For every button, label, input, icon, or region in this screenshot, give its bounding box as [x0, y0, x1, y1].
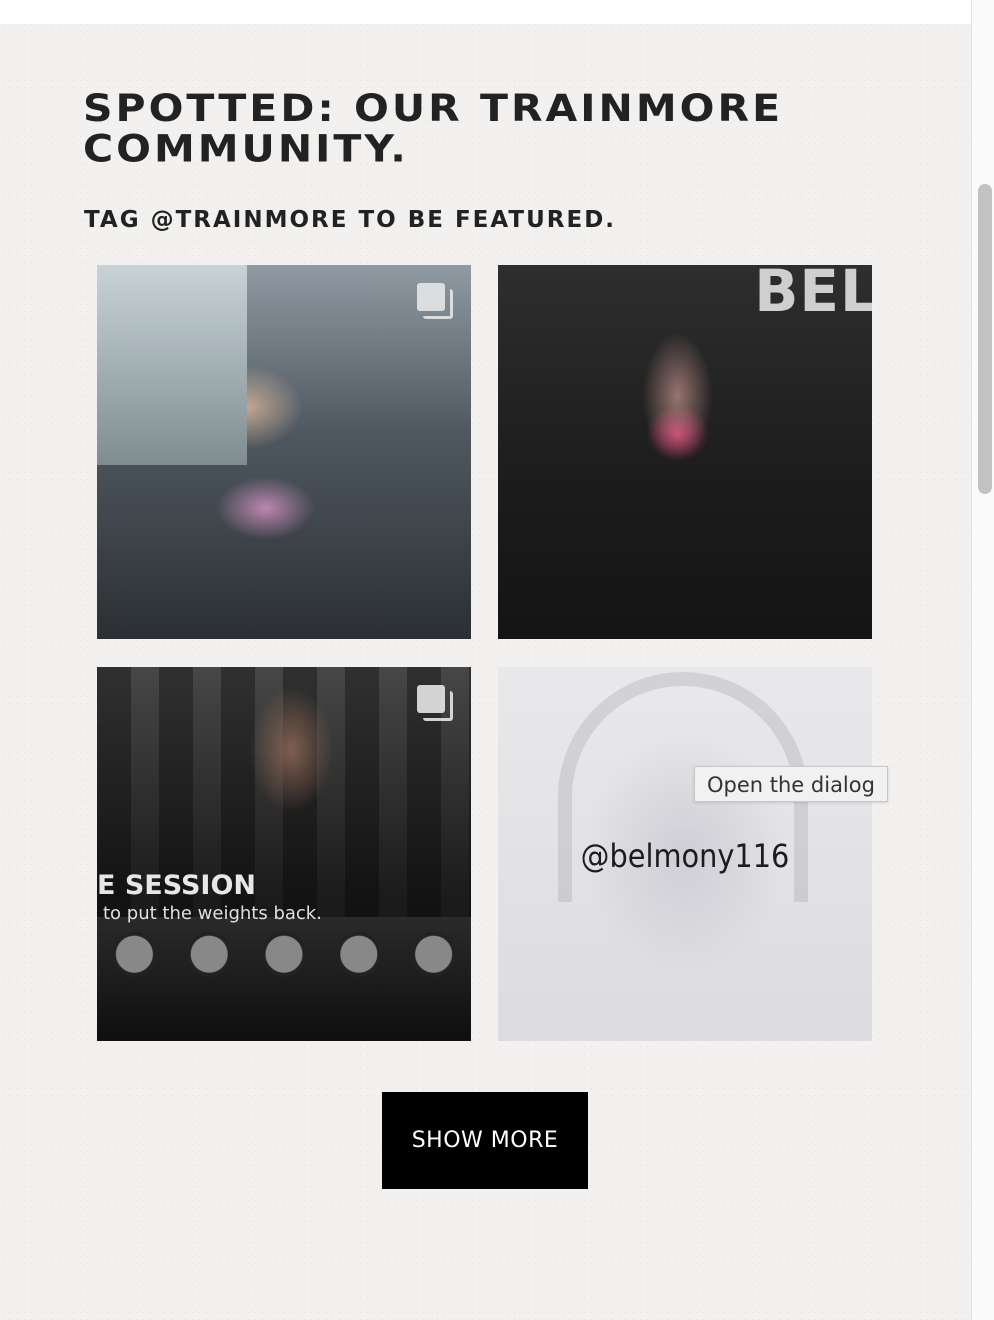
feed-tile-2[interactable]: BEL	[498, 265, 872, 639]
multiple-images-icon	[417, 685, 453, 721]
tooltip-open-dialog: Open the dialog	[694, 766, 888, 802]
tile-overlay-caption: to put the weights back.	[103, 903, 322, 924]
tile-brand-text: BEL	[754, 265, 872, 325]
section-subheading: TAG @TRAINMORE TO BE FEATURED.	[84, 207, 617, 233]
tile-dumbbell-rack	[97, 917, 471, 1041]
top-bar	[0, 0, 971, 24]
tile-overlay-title: E SESSION	[97, 870, 257, 901]
show-more-button[interactable]: SHOW MORE	[382, 1092, 588, 1189]
tile-photo-window	[97, 265, 247, 465]
multiple-images-icon	[417, 283, 453, 319]
feed-tile-3[interactable]: E SESSION to put the weights back.	[97, 667, 471, 1041]
feed-tile-4[interactable]: @belmony116	[498, 667, 872, 1041]
feed-tile-1[interactable]	[97, 265, 471, 639]
section-heading: SPOTTED: OUR TRAINMORE COMMUNITY.	[83, 86, 784, 171]
scrollbar-thumb[interactable]	[978, 184, 992, 494]
post-username: @belmony116	[580, 837, 790, 875]
